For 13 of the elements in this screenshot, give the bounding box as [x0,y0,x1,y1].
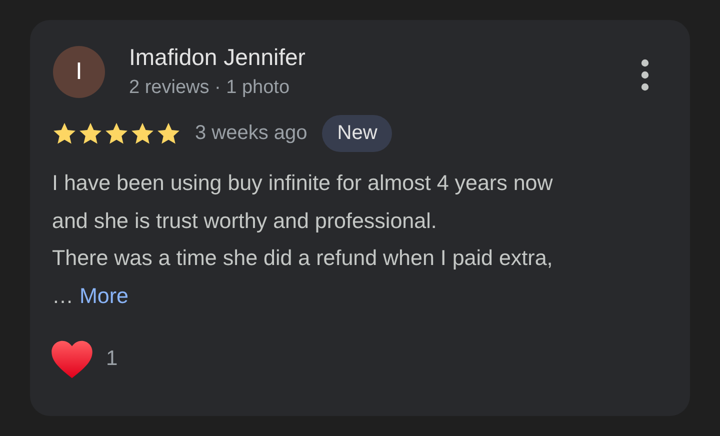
heart-icon[interactable] [50,339,94,379]
review-text-line: and she is trust worthy and professional. [52,208,438,234]
review-text-line: I have been using buy infinite for almost 4 years now [52,170,554,197]
author-meta: 2 reviews · 1 photo [129,76,291,100]
author-name[interactable]: Imafidon Jennifer [129,42,640,72]
more-options-icon[interactable] [640,58,650,92]
new-badge: New [322,114,392,152]
ellipsis: … [52,282,74,310]
review-text-line: There was a time she did a refund when I paid extra, [52,245,554,272]
review-date: 3 weeks ago [195,122,308,144]
avatar[interactable]: I [53,46,105,98]
more-link[interactable]: More [80,278,128,315]
like-count: 1 [106,347,118,371]
